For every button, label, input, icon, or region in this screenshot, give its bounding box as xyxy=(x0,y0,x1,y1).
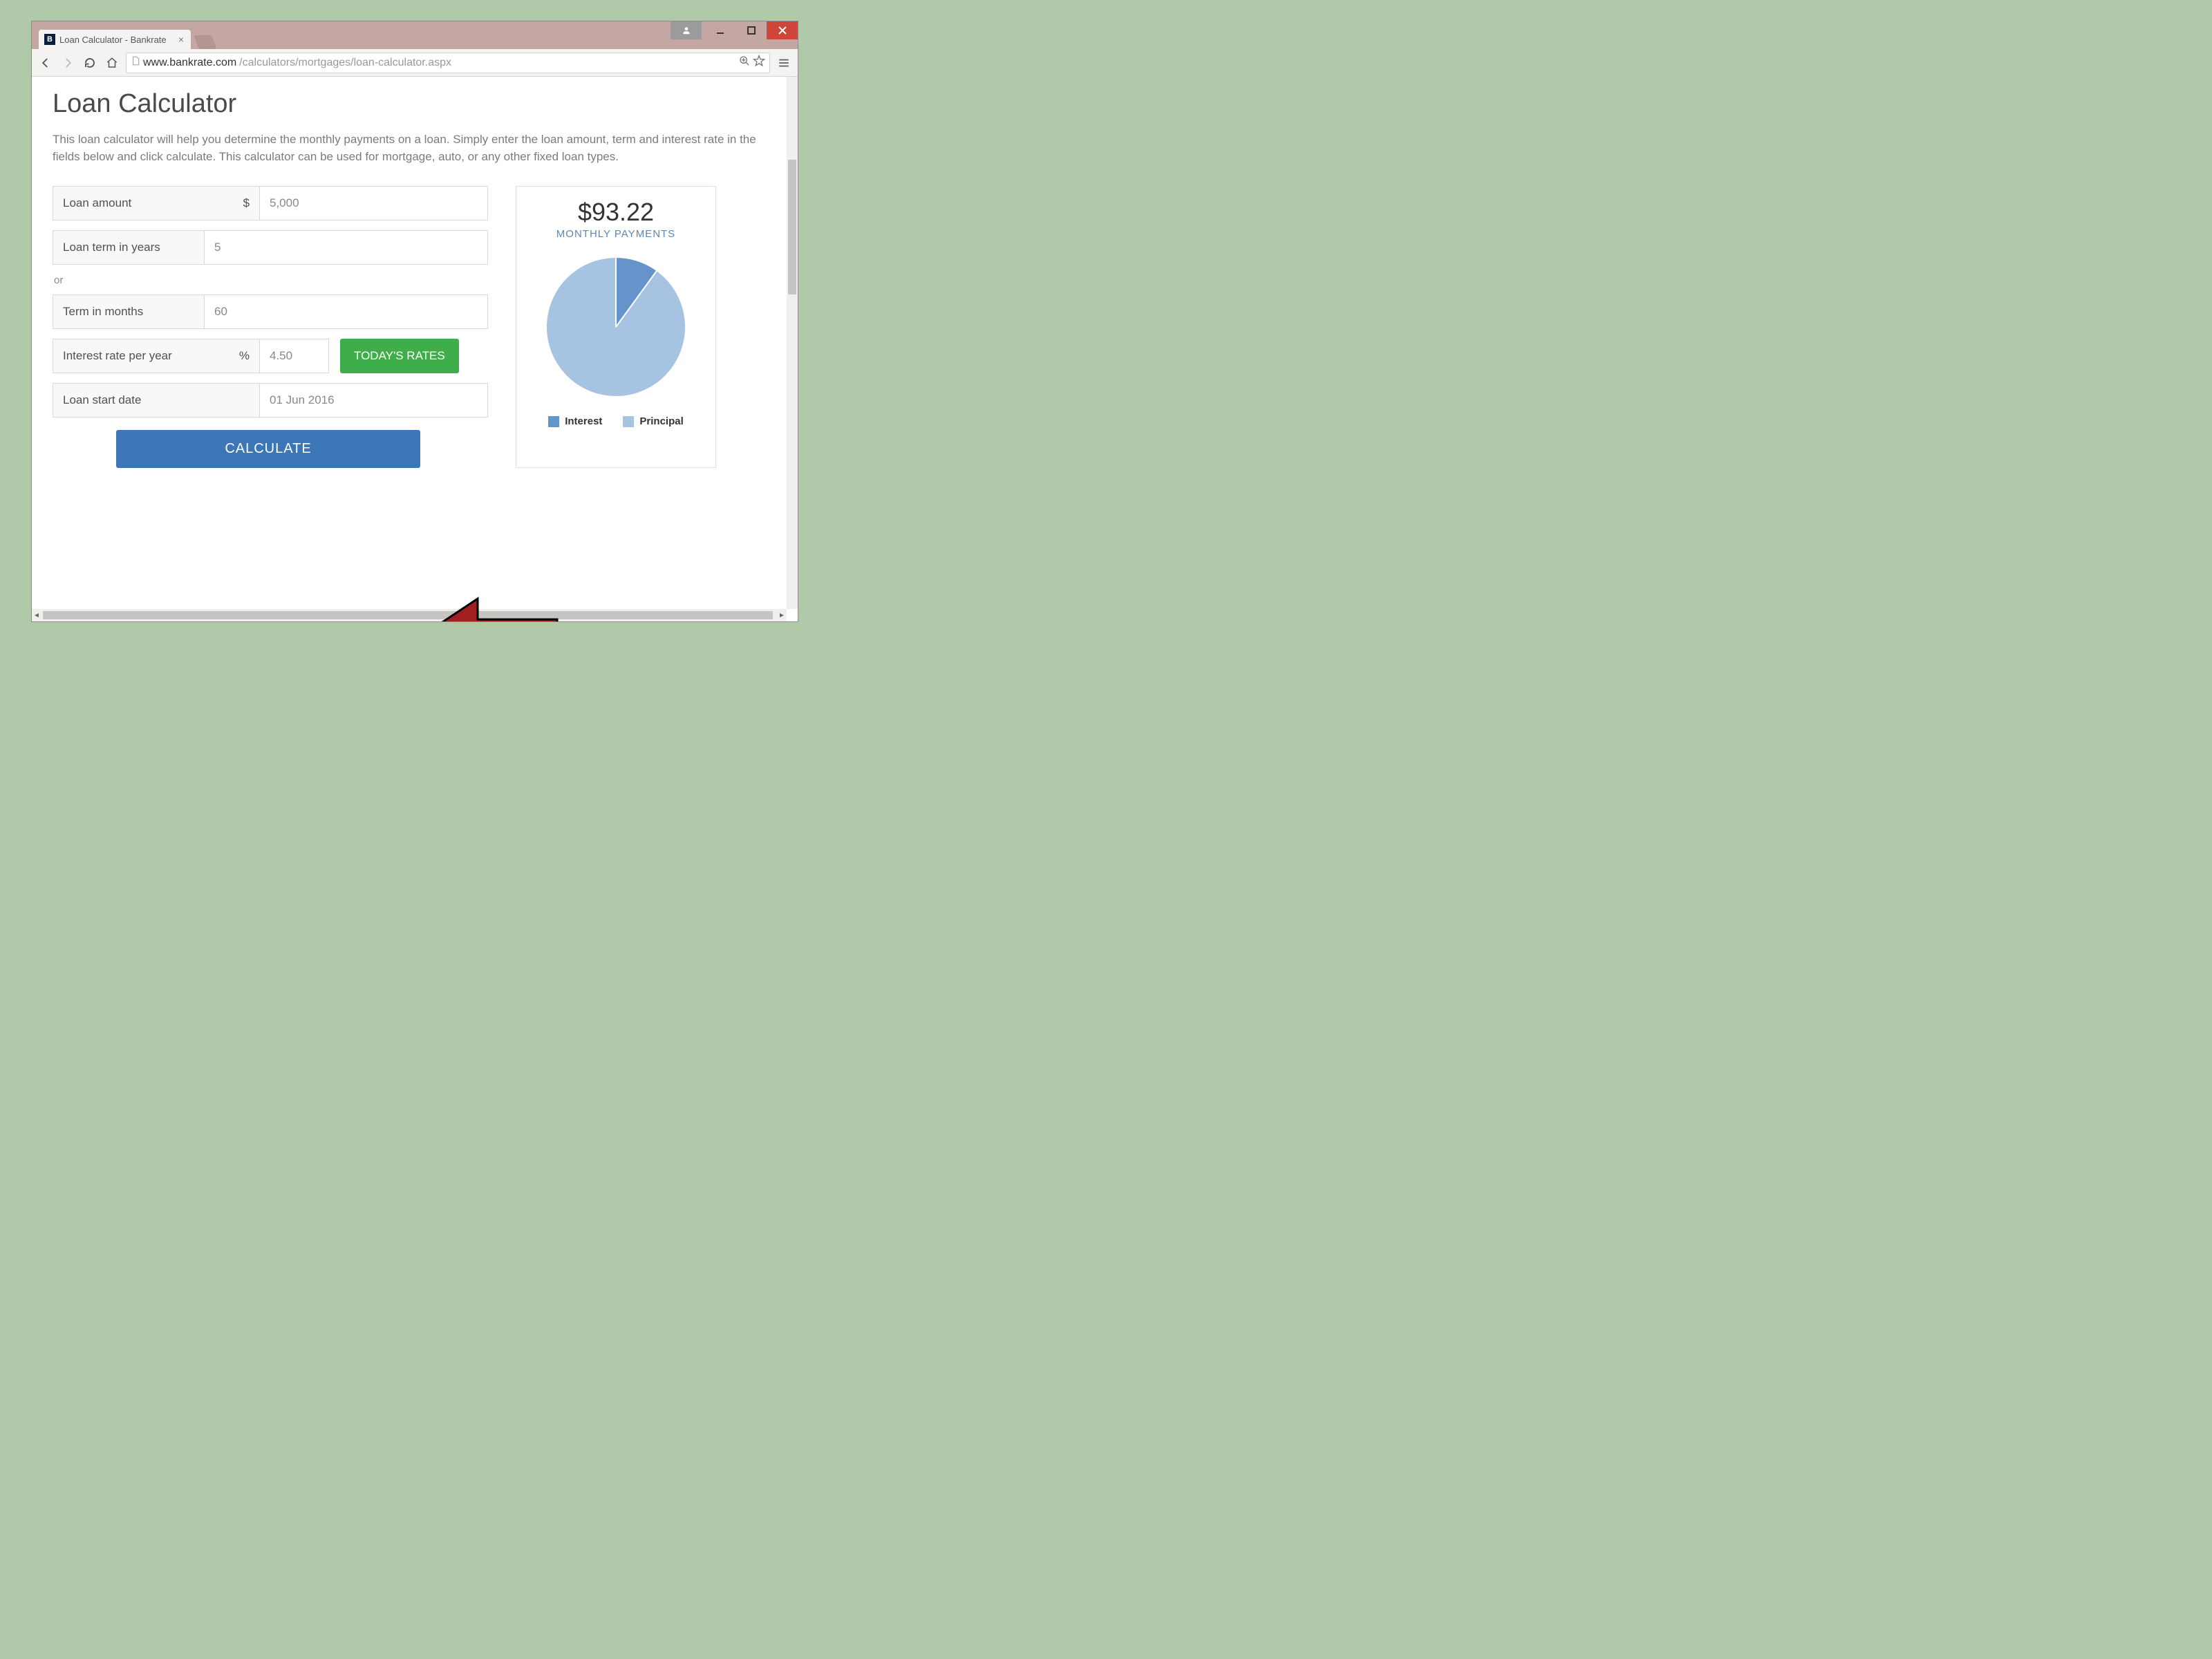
tab-favicon: B xyxy=(44,34,55,45)
browser-toolbar: www.bankrate.com/calculators/mortgages/l… xyxy=(32,49,798,77)
label-text: Loan amount xyxy=(63,196,131,210)
window-controls xyxy=(671,21,798,39)
forward-button[interactable] xyxy=(59,55,76,71)
chart-legend: Interest Principal xyxy=(526,415,706,427)
page-description: This loan calculator will help you deter… xyxy=(53,131,758,165)
legend-principal: Principal xyxy=(623,415,683,427)
tab-title: Loan Calculator - Bankrate xyxy=(59,35,174,45)
result-panel: $93.22 MONTHLY PAYMENTS Interest P xyxy=(516,186,716,468)
loan-term-years-input[interactable]: 5 xyxy=(205,230,488,265)
legend-label: Principal xyxy=(639,415,683,427)
vertical-scrollbar[interactable] xyxy=(787,77,798,609)
new-tab-button[interactable] xyxy=(194,35,216,49)
todays-rates-button[interactable]: TODAY'S RATES xyxy=(340,339,459,373)
back-button[interactable] xyxy=(37,55,54,71)
interest-rate-input[interactable]: 4.50 xyxy=(260,339,329,373)
term-months-label: Term in months xyxy=(53,294,205,329)
interest-rate-label: Interest rate per year % xyxy=(53,339,260,373)
swatch-principal xyxy=(623,416,634,427)
scroll-right-icon[interactable]: ► xyxy=(777,610,787,620)
percent-symbol: % xyxy=(239,349,250,363)
scrollbar-thumb[interactable] xyxy=(788,160,796,294)
calculate-button[interactable]: CALCULATE xyxy=(116,430,420,468)
pie-chart xyxy=(547,258,685,396)
url-path: /calculators/mortgages/loan-calculator.a… xyxy=(239,57,451,69)
browser-window: B Loan Calculator - Bankrate × www.bankr… xyxy=(31,21,798,622)
reload-button[interactable] xyxy=(82,55,98,71)
horizontal-scrollbar[interactable]: ◄ ► xyxy=(32,609,787,621)
currency-symbol: $ xyxy=(243,196,250,210)
page-title: Loan Calculator xyxy=(53,89,777,119)
zoom-icon[interactable] xyxy=(739,55,750,70)
tab-close-icon[interactable]: × xyxy=(178,34,184,45)
scroll-left-icon[interactable]: ◄ xyxy=(32,610,41,620)
legend-interest: Interest xyxy=(548,415,602,427)
scrollbar-thumb[interactable] xyxy=(43,611,773,619)
start-date-input[interactable]: 01 Jun 2016 xyxy=(260,383,488,418)
legend-label: Interest xyxy=(565,415,602,427)
loan-term-years-label: Loan term in years xyxy=(53,230,205,265)
loan-amount-input[interactable]: 5,000 xyxy=(260,186,488,221)
window-close-button[interactable] xyxy=(767,21,798,39)
page-icon xyxy=(131,56,140,69)
browser-tab[interactable]: B Loan Calculator - Bankrate × xyxy=(39,30,191,49)
monthly-payment-caption: MONTHLY PAYMENTS xyxy=(526,228,706,240)
user-icon[interactable] xyxy=(671,21,702,39)
home-button[interactable] xyxy=(104,55,120,71)
loan-amount-label: Loan amount $ xyxy=(53,186,260,221)
page-viewport: Loan Calculator This loan calculator wil… xyxy=(32,77,798,621)
swatch-interest xyxy=(548,416,559,427)
address-bar[interactable]: www.bankrate.com/calculators/mortgages/l… xyxy=(126,53,770,73)
loan-form: Loan amount $ 5,000 Loan term in years 5… xyxy=(53,186,488,468)
start-date-label: Loan start date xyxy=(53,383,260,418)
star-icon[interactable] xyxy=(753,55,765,71)
or-separator: or xyxy=(54,274,488,286)
monthly-payment-amount: $93.22 xyxy=(526,198,706,227)
term-months-input[interactable]: 60 xyxy=(205,294,488,329)
url-host: www.bankrate.com xyxy=(143,57,236,69)
menu-button[interactable] xyxy=(776,55,792,71)
maximize-button[interactable] xyxy=(735,21,767,39)
minimize-button[interactable] xyxy=(704,21,735,39)
label-text: Interest rate per year xyxy=(63,349,172,363)
